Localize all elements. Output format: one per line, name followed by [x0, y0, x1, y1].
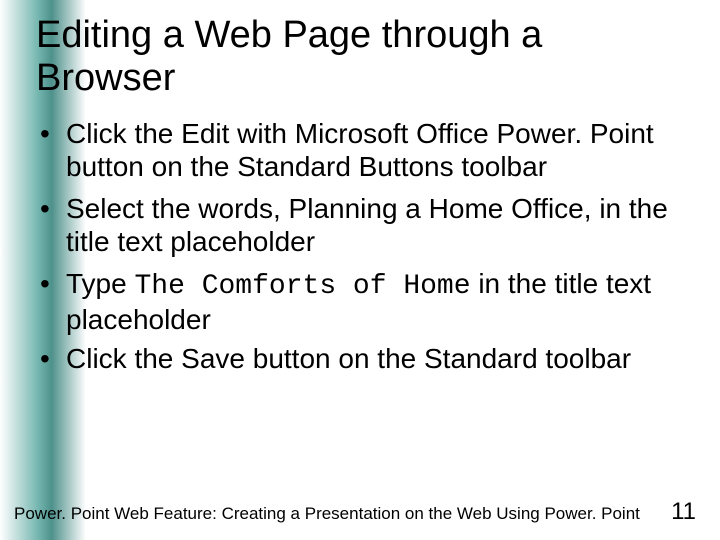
slide-footer: Power. Point Web Feature: Creating a Pre… — [0, 498, 720, 526]
bullet-list: Click the Edit with Microsoft Office Pow… — [36, 117, 684, 378]
list-item: Click the Save button on the Standard to… — [62, 342, 684, 378]
slide-title: Editing a Web Page through a Browser — [36, 14, 684, 99]
bullet-text: Click the Save button on the Standard to… — [66, 343, 631, 374]
bullet-text: Click the Edit with Microsoft Office Pow… — [66, 118, 654, 182]
page-number: 11 — [671, 498, 696, 526]
list-item: Click the Edit with Microsoft Office Pow… — [62, 117, 684, 186]
bullet-text: Select the words, Planning a Home Office… — [66, 193, 668, 257]
list-item: Select the words, Planning a Home Office… — [62, 192, 684, 261]
footer-text: Power. Point Web Feature: Creating a Pre… — [14, 504, 640, 524]
bullet-mono: The Comforts of Home — [134, 271, 470, 302]
list-item: Type The Comforts of Home in the title t… — [62, 267, 684, 336]
bullet-text: Type — [66, 268, 134, 299]
slide-content: Editing a Web Page through a Browser Cli… — [0, 0, 720, 378]
